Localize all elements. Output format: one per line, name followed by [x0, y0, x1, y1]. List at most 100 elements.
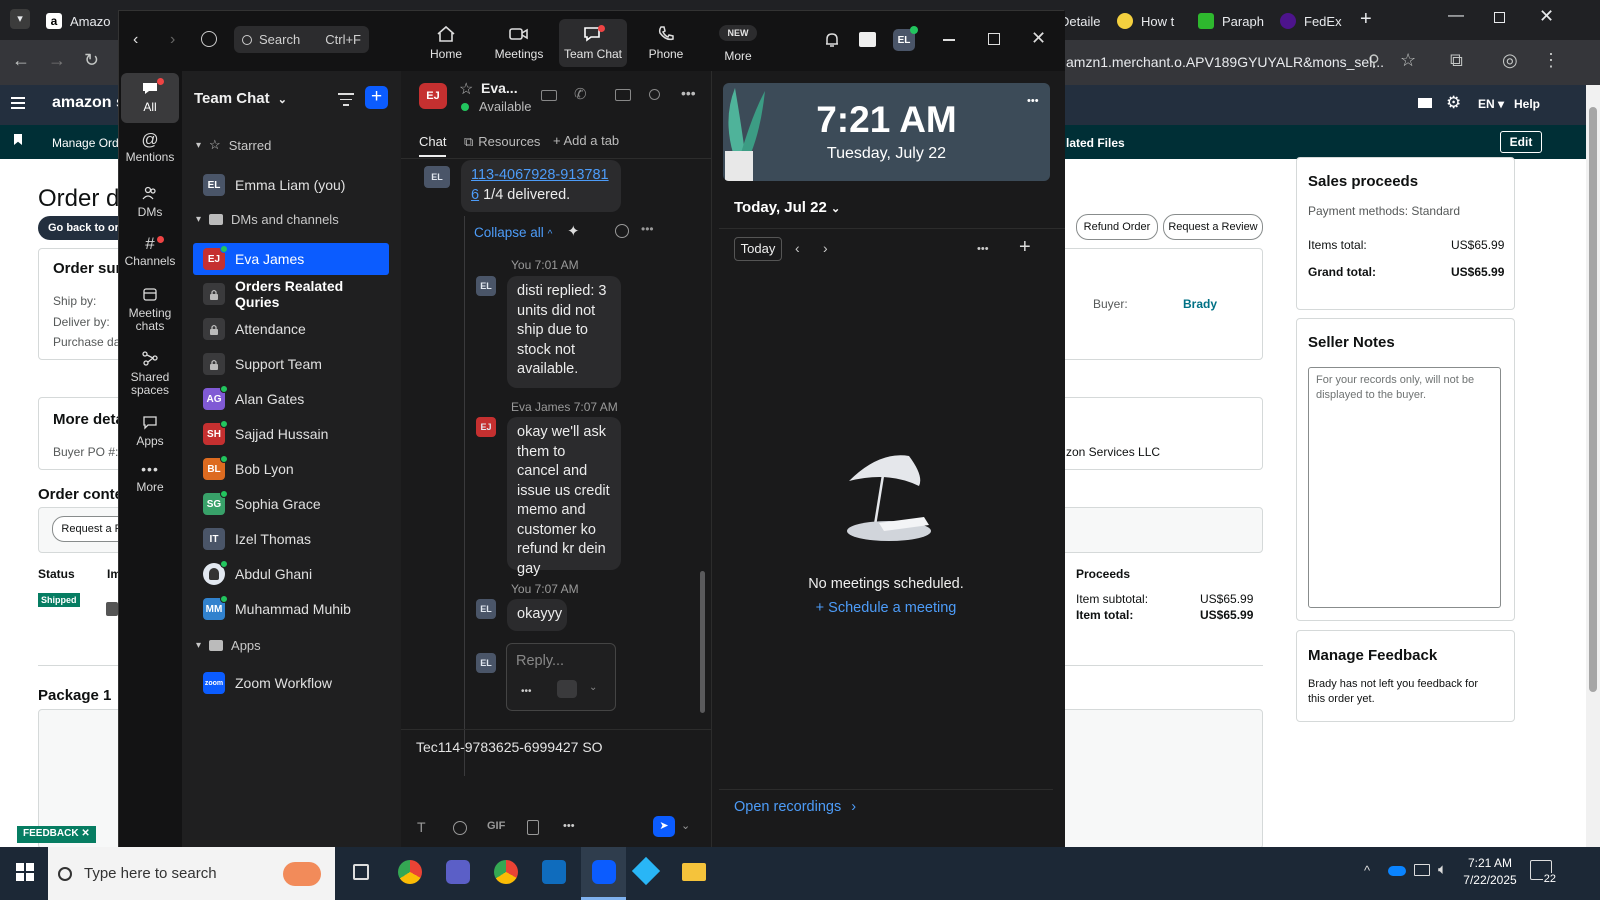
- forward-chevron-icon[interactable]: ›: [170, 31, 175, 49]
- order-link[interactable]: 6: [471, 187, 479, 203]
- browser-tab[interactable]: Paraph: [1198, 8, 1264, 34]
- chat-options-ellipsis-icon[interactable]: •••: [681, 85, 696, 101]
- outlook-taskbar-icon[interactable]: [542, 860, 566, 884]
- search-box[interactable]: Search Ctrl+F: [234, 26, 369, 53]
- app-diamond-taskbar-icon[interactable]: [631, 856, 661, 886]
- seller-notes-textarea[interactable]: For your records only, will not be displ…: [1308, 367, 1501, 608]
- nav-home[interactable]: Home: [419, 25, 473, 61]
- taskbar-search-box[interactable]: Type here to search: [48, 847, 335, 900]
- chat-item-eva-james[interactable]: EJ Eva James: [193, 243, 389, 275]
- refund-order-button[interactable]: Refund Order: [1076, 214, 1158, 240]
- chat-scrollbar-thumb[interactable]: [700, 571, 705, 713]
- network-icon[interactable]: [1414, 864, 1430, 876]
- today-button[interactable]: Today: [734, 237, 782, 261]
- team-chat-title[interactable]: Team Chat ⌄: [194, 90, 287, 107]
- bookmark-star-icon[interactable]: ☆: [1400, 50, 1416, 71]
- chat-item-attendance[interactable]: Attendance: [193, 313, 389, 345]
- next-day-chevron-icon[interactable]: ›: [823, 240, 828, 256]
- forward-arrow-icon[interactable]: →: [48, 50, 66, 71]
- rail-meeting-chats[interactable]: Meeting chats: [121, 287, 179, 333]
- nav-phone[interactable]: Phone: [639, 25, 693, 61]
- kebab-menu-icon[interactable]: ⋮: [1542, 50, 1560, 71]
- send-options-chevron-icon[interactable]: ⌄: [681, 819, 690, 832]
- compose-input[interactable]: Tec114-9783625-6999427 SO: [416, 739, 603, 755]
- contact-name[interactable]: Eva...: [481, 80, 518, 96]
- message-bubble[interactable]: okayyy: [507, 599, 567, 631]
- request-review-button[interactable]: Request a Review: [1163, 214, 1263, 240]
- browser-tab[interactable]: Detaile: [1060, 8, 1100, 34]
- zoom-taskbar-icon[interactable]: [581, 847, 626, 900]
- rail-channels[interactable]: # Channels: [121, 235, 179, 268]
- chat-item-sophia-grace[interactable]: SG Sophia Grace: [193, 488, 389, 520]
- tab-chat[interactable]: Chat: [419, 134, 447, 157]
- browser-tab[interactable]: FedEx: [1280, 8, 1342, 34]
- previous-day-chevron-icon[interactable]: ‹: [795, 240, 800, 256]
- message-bubble[interactable]: disti replied: 3 units did not ship due …: [507, 276, 621, 388]
- apps-section-header[interactable]: ▾ Apps: [196, 638, 261, 653]
- chrome-profile-taskbar-icon[interactable]: [494, 860, 518, 884]
- chat-item-orders-realated-quries[interactable]: Orders Realated Quries: [193, 278, 389, 310]
- message-bubble[interactable]: okay we'll ask them to cancel and issue …: [507, 417, 621, 577]
- nav-team-chat[interactable]: Team Chat: [559, 19, 627, 67]
- buyer-name-link[interactable]: Brady: [1183, 297, 1217, 311]
- windows-start-icon[interactable]: [16, 863, 34, 881]
- open-recordings-link[interactable]: Open recordings ›: [734, 799, 856, 815]
- notification-center-icon[interactable]: 22: [1530, 860, 1557, 885]
- extensions-icon[interactable]: ⧉: [1450, 50, 1463, 71]
- today-date-selector[interactable]: Today, Jul 22 ⌄: [734, 199, 840, 216]
- text-format-icon[interactable]: T: [417, 819, 426, 835]
- go-back-button[interactable]: Go back to ord: [38, 216, 128, 240]
- dms-section-header[interactable]: ▾ DMs and channels: [196, 212, 339, 227]
- compose-more-ellipsis-icon[interactable]: •••: [563, 820, 575, 832]
- rail-dms[interactable]: DMs: [121, 186, 179, 219]
- attach-file-icon[interactable]: [527, 820, 539, 835]
- order-link[interactable]: 113-4067928-913781: [471, 167, 609, 183]
- reload-icon[interactable]: ↻: [84, 50, 99, 71]
- filter-icon[interactable]: [338, 93, 354, 106]
- gif-icon[interactable]: GIF: [487, 820, 505, 832]
- rail-apps[interactable]: Apps: [121, 415, 179, 448]
- volume-icon[interactable]: 🔈︎: [1438, 861, 1447, 878]
- gift-icon[interactable]: [859, 32, 876, 47]
- address-bar-url[interactable]: amzn1.merchant.o.APV189GYUYALR&mons_sel.…: [1066, 54, 1384, 70]
- related-files-link[interactable]: lated Files: [1066, 136, 1125, 150]
- history-clock-icon[interactable]: [201, 31, 217, 47]
- chat-item-bob-lyon[interactable]: BL Bob Lyon: [193, 453, 389, 485]
- emoji-icon[interactable]: [453, 821, 467, 835]
- feedback-tab[interactable]: FEEDBACK ✕: [17, 826, 96, 843]
- favorite-star-icon[interactable]: ☆: [459, 79, 473, 99]
- edit-button[interactable]: Edit: [1500, 131, 1542, 153]
- rail-shared-spaces[interactable]: Shared spaces: [121, 351, 179, 397]
- rail-more[interactable]: ••• More: [121, 462, 179, 494]
- clock-options-ellipsis-icon[interactable]: •••: [1027, 95, 1039, 107]
- browser-tab[interactable]: How t: [1117, 8, 1174, 34]
- window-maximize-icon[interactable]: [988, 33, 1000, 45]
- teams-taskbar-icon[interactable]: [446, 860, 470, 884]
- hamburger-menu-icon[interactable]: [11, 97, 25, 109]
- nav-more[interactable]: NEW More: [711, 25, 765, 63]
- page-scrollbar[interactable]: [1586, 85, 1600, 847]
- reply-options-ellipsis-icon[interactable]: •••: [521, 686, 532, 697]
- file-explorer-taskbar-icon[interactable]: [682, 863, 706, 881]
- scrollbar-thumb[interactable]: [1589, 107, 1597, 692]
- close-icon[interactable]: ✕: [1539, 6, 1554, 27]
- chat-item-sajjad-hussain[interactable]: SH Sajjad Hussain: [193, 418, 389, 450]
- back-chevron-icon[interactable]: ‹: [133, 31, 138, 49]
- rail-mentions[interactable]: @ Mentions: [121, 131, 179, 164]
- rail-all[interactable]: All: [121, 73, 179, 123]
- send-button[interactable]: ➤: [653, 816, 675, 837]
- ai-sparkle-icon[interactable]: ✦: [567, 222, 580, 240]
- add-tab-button[interactable]: + Add a tab: [553, 133, 619, 148]
- chat-item-zoom-workflow[interactable]: zoom Zoom Workflow: [193, 667, 389, 699]
- onedrive-icon[interactable]: [1388, 866, 1406, 876]
- window-close-icon[interactable]: ✕: [1031, 28, 1046, 49]
- contact-avatar[interactable]: EJ: [419, 83, 447, 109]
- profile-icon[interactable]: ◎: [1502, 50, 1518, 71]
- share-screen-icon[interactable]: [615, 89, 631, 101]
- parent-message-bubble[interactable]: 113-4067928-913781 6 1/4 delivered.: [461, 160, 621, 212]
- notifications-bell-icon[interactable]: [823, 31, 841, 49]
- video-call-icon[interactable]: [541, 90, 557, 101]
- chat-item-support-team[interactable]: Support Team: [193, 348, 389, 380]
- emoji-reaction-icon[interactable]: [615, 224, 629, 238]
- chat-item-izel-thomas[interactable]: IT Izel Thomas: [193, 523, 389, 555]
